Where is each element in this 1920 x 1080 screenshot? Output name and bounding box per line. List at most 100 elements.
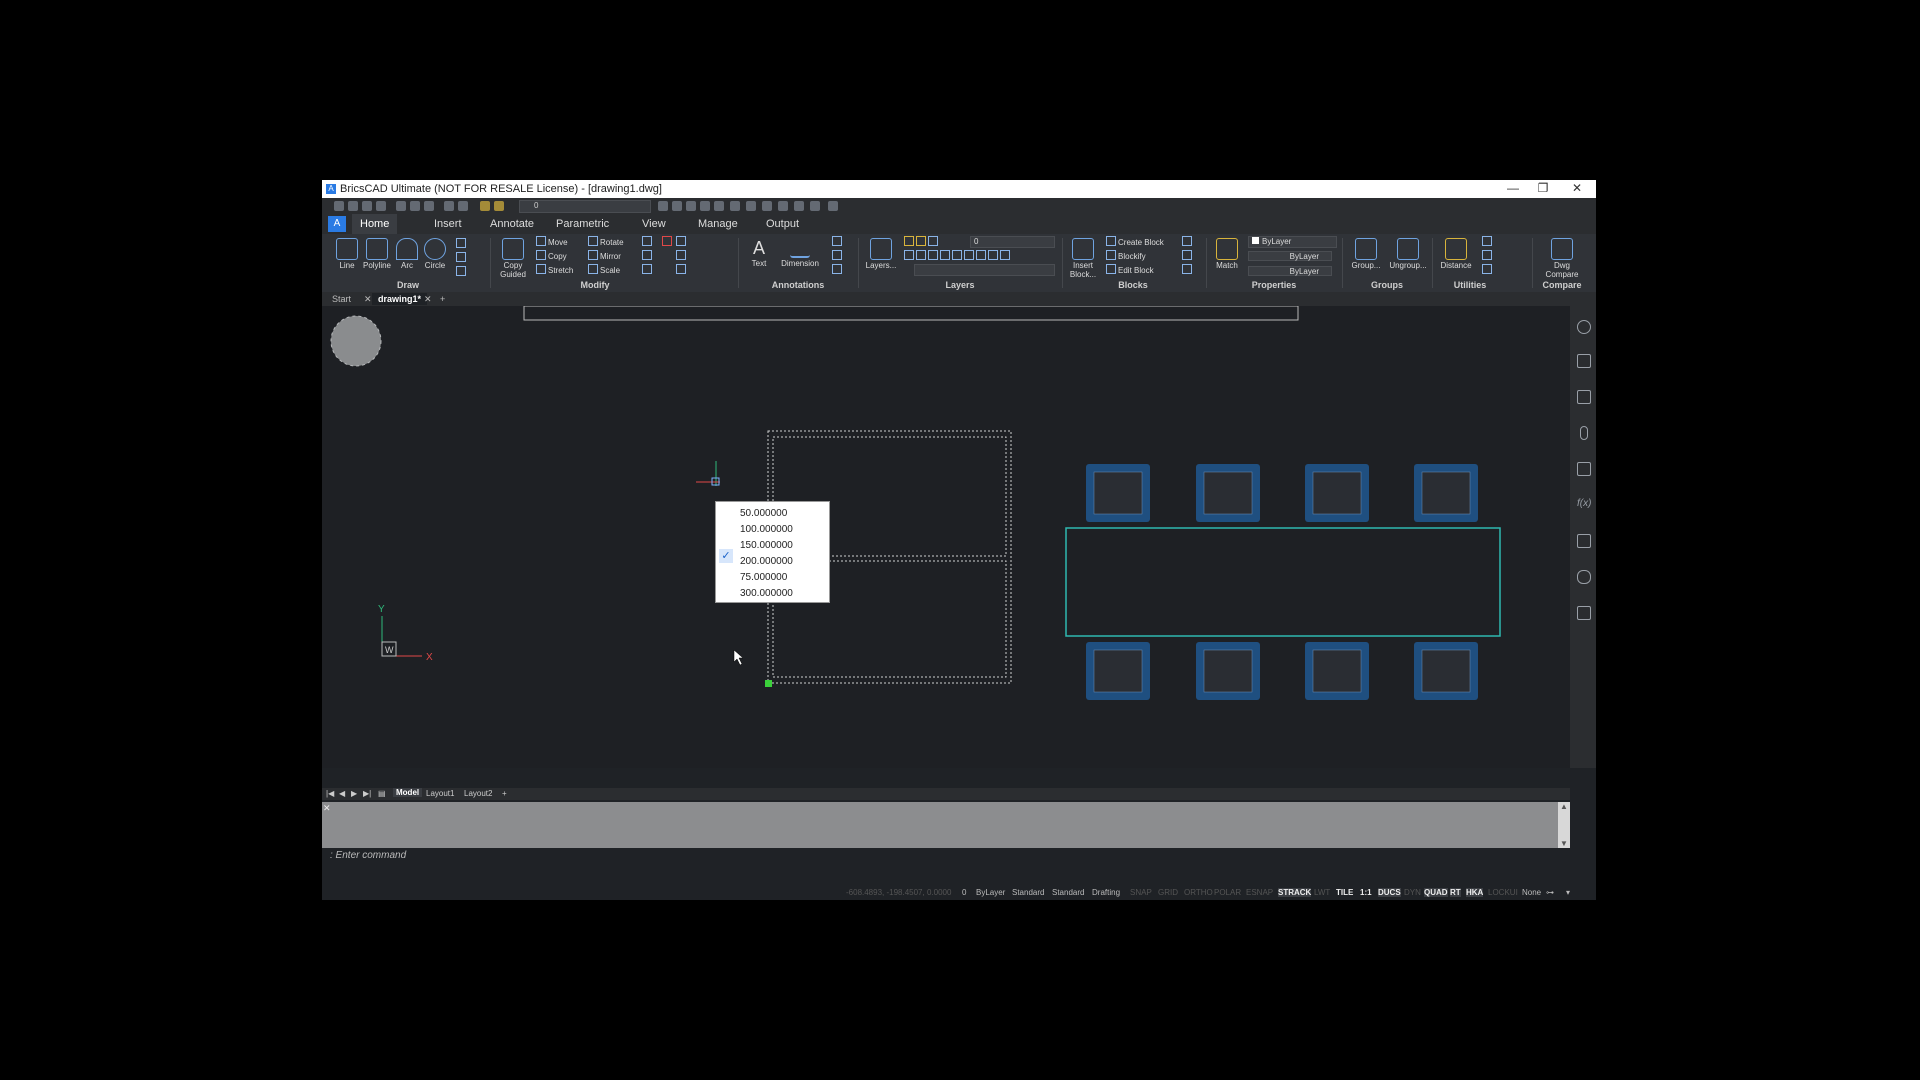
group-button[interactable]: Group... <box>1346 236 1386 280</box>
frame-rectangle[interactable] <box>523 305 1299 321</box>
save-icon[interactable] <box>362 201 372 211</box>
quick-select-button[interactable] <box>1482 264 1494 276</box>
block-tool-button[interactable] <box>1182 250 1194 262</box>
status-none[interactable]: None <box>1522 888 1541 897</box>
scroll-down-icon[interactable]: ▼ <box>1560 839 1568 848</box>
tab-parametric[interactable]: Parametric <box>548 214 617 234</box>
tab-manage[interactable]: Manage <box>690 214 746 234</box>
chair-block[interactable] <box>1086 642 1150 700</box>
status-workspace[interactable]: Drafting <box>1092 888 1120 897</box>
display-icon[interactable] <box>810 201 820 211</box>
selection-grip[interactable] <box>765 680 772 687</box>
status-text-style[interactable]: Standard <box>1012 888 1044 897</box>
layer-dropdown[interactable]: 0 <box>970 236 1055 248</box>
structure-tree-icon[interactable] <box>1577 534 1591 548</box>
status-dim-style[interactable]: Standard <box>1052 888 1084 897</box>
leader-button[interactable] <box>832 236 844 248</box>
settings-icon[interactable] <box>778 201 788 211</box>
block-attribute-button[interactable] <box>1182 236 1194 248</box>
chair-block[interactable] <box>1196 464 1260 522</box>
plot-icon[interactable] <box>410 201 420 211</box>
first-layout-icon[interactable]: |◀ <box>326 789 334 798</box>
isolate-icon[interactable] <box>672 201 682 211</box>
redo-icon[interactable] <box>458 201 468 211</box>
calculator-button[interactable] <box>1482 236 1494 248</box>
new-icon[interactable] <box>334 201 344 211</box>
undo-icon[interactable] <box>444 201 454 211</box>
toggle-quad[interactable]: QUAD <box>1424 888 1448 897</box>
doc-tab-start[interactable]: Start <box>326 293 357 305</box>
preview-icon[interactable] <box>424 201 434 211</box>
table-button[interactable] <box>832 264 844 276</box>
attachment-icon[interactable] <box>1580 426 1588 440</box>
unisolate-icon[interactable] <box>686 201 696 211</box>
toggle-lockui[interactable]: LOCKUI <box>1488 888 1518 897</box>
toggle-tile[interactable]: TILE <box>1336 888 1353 897</box>
hatch-button[interactable] <box>456 266 468 278</box>
block-manage-button[interactable] <box>1182 264 1194 276</box>
chair-block[interactable] <box>1196 642 1260 700</box>
hatch-panel-icon[interactable] <box>1577 462 1591 476</box>
match-layer-icon[interactable] <box>658 201 668 211</box>
option-100[interactable]: 100.000000 <box>740 523 793 537</box>
next-layout-icon[interactable]: ▶ <box>351 789 357 798</box>
insert-block-button[interactable]: Insert Block... <box>1066 236 1100 280</box>
prev-layout-icon[interactable]: ◀ <box>339 789 345 798</box>
layer-tools-row-2[interactable] <box>904 250 1012 262</box>
erase-button[interactable] <box>662 236 674 248</box>
toggle-grid[interactable]: GRID <box>1158 888 1178 897</box>
toggle-ducs[interactable]: DUCS <box>1378 888 1401 897</box>
tab-layout2[interactable]: Layout2 <box>464 789 492 798</box>
toggle-ortho[interactable]: ORTHO <box>1184 888 1213 897</box>
rectangle-button[interactable] <box>456 238 468 250</box>
status-bylayer[interactable]: ByLayer <box>976 888 1005 897</box>
toggle-dyn[interactable]: DYN <box>1404 888 1421 897</box>
linetype-dropdown[interactable]: ByLayer <box>1248 251 1332 261</box>
tab-output[interactable]: Output <box>758 214 807 234</box>
color-dropdown[interactable]: ByLayer <box>1248 236 1337 248</box>
lightbulb-icon[interactable] <box>1577 320 1591 334</box>
blockify-button[interactable]: Blockify <box>1106 250 1146 262</box>
ungroup-button[interactable]: Ungroup... <box>1386 236 1430 280</box>
last-layout-icon[interactable]: ▶| <box>363 789 371 798</box>
print-icon[interactable] <box>396 201 406 211</box>
lineweight-dropdown[interactable]: ByLayer <box>1248 266 1332 276</box>
open-icon[interactable] <box>348 201 358 211</box>
properties-panel-icon[interactable] <box>746 201 756 211</box>
toggle-strack[interactable]: STRACK <box>1278 888 1312 897</box>
text-style-button[interactable] <box>832 250 844 262</box>
calculator-icon[interactable] <box>794 201 804 211</box>
scroll-up-icon[interactable]: ▲ <box>1560 802 1568 811</box>
distance-button[interactable]: Distance <box>1436 236 1476 280</box>
layers-panel-icon[interactable] <box>1577 390 1591 404</box>
help-icon[interactable] <box>828 201 838 211</box>
dwg-compare-button[interactable]: Dwg Compare <box>1540 236 1584 280</box>
layer-state-icon[interactable] <box>480 201 490 211</box>
toggle-snap[interactable]: SNAP <box>1130 888 1152 897</box>
layer-off-icon[interactable] <box>700 201 710 211</box>
stretch-button[interactable]: Stretch <box>536 264 573 276</box>
tab-layout1[interactable]: Layout1 <box>426 789 454 798</box>
drawing-canvas[interactable]: Y X W <box>322 305 1570 768</box>
quick-layer-dropdown[interactable]: 0 <box>519 200 651 213</box>
close-command-panel-icon[interactable]: ✕ <box>323 803 331 814</box>
tab-annotate[interactable]: Annotate <box>482 214 542 234</box>
offset-button[interactable] <box>676 250 688 262</box>
option-150[interactable]: 150.000000 <box>740 539 793 553</box>
option-300[interactable]: 300.000000 <box>740 587 793 601</box>
option-50[interactable]: 50.000000 <box>740 507 787 521</box>
chair-block[interactable] <box>1414 642 1478 700</box>
chair-block[interactable] <box>1305 642 1369 700</box>
add-layout-button[interactable]: + <box>502 789 507 798</box>
cloud-icon[interactable] <box>1577 570 1591 584</box>
create-block-button[interactable]: Create Block <box>1106 236 1164 248</box>
layer-on-icon[interactable] <box>714 201 724 211</box>
rotate-button[interactable]: Rotate <box>588 236 624 248</box>
polyline-button[interactable]: Polyline <box>360 236 394 280</box>
layers-button[interactable]: Layers... <box>864 236 898 280</box>
copy-button[interactable]: Copy <box>536 250 567 262</box>
tab-view[interactable]: View <box>634 214 674 234</box>
option-200[interactable]: 200.000000 <box>740 555 793 569</box>
minimize-button[interactable]: — <box>1498 181 1528 195</box>
status-settings-icon[interactable]: ⊶ <box>1546 888 1554 897</box>
